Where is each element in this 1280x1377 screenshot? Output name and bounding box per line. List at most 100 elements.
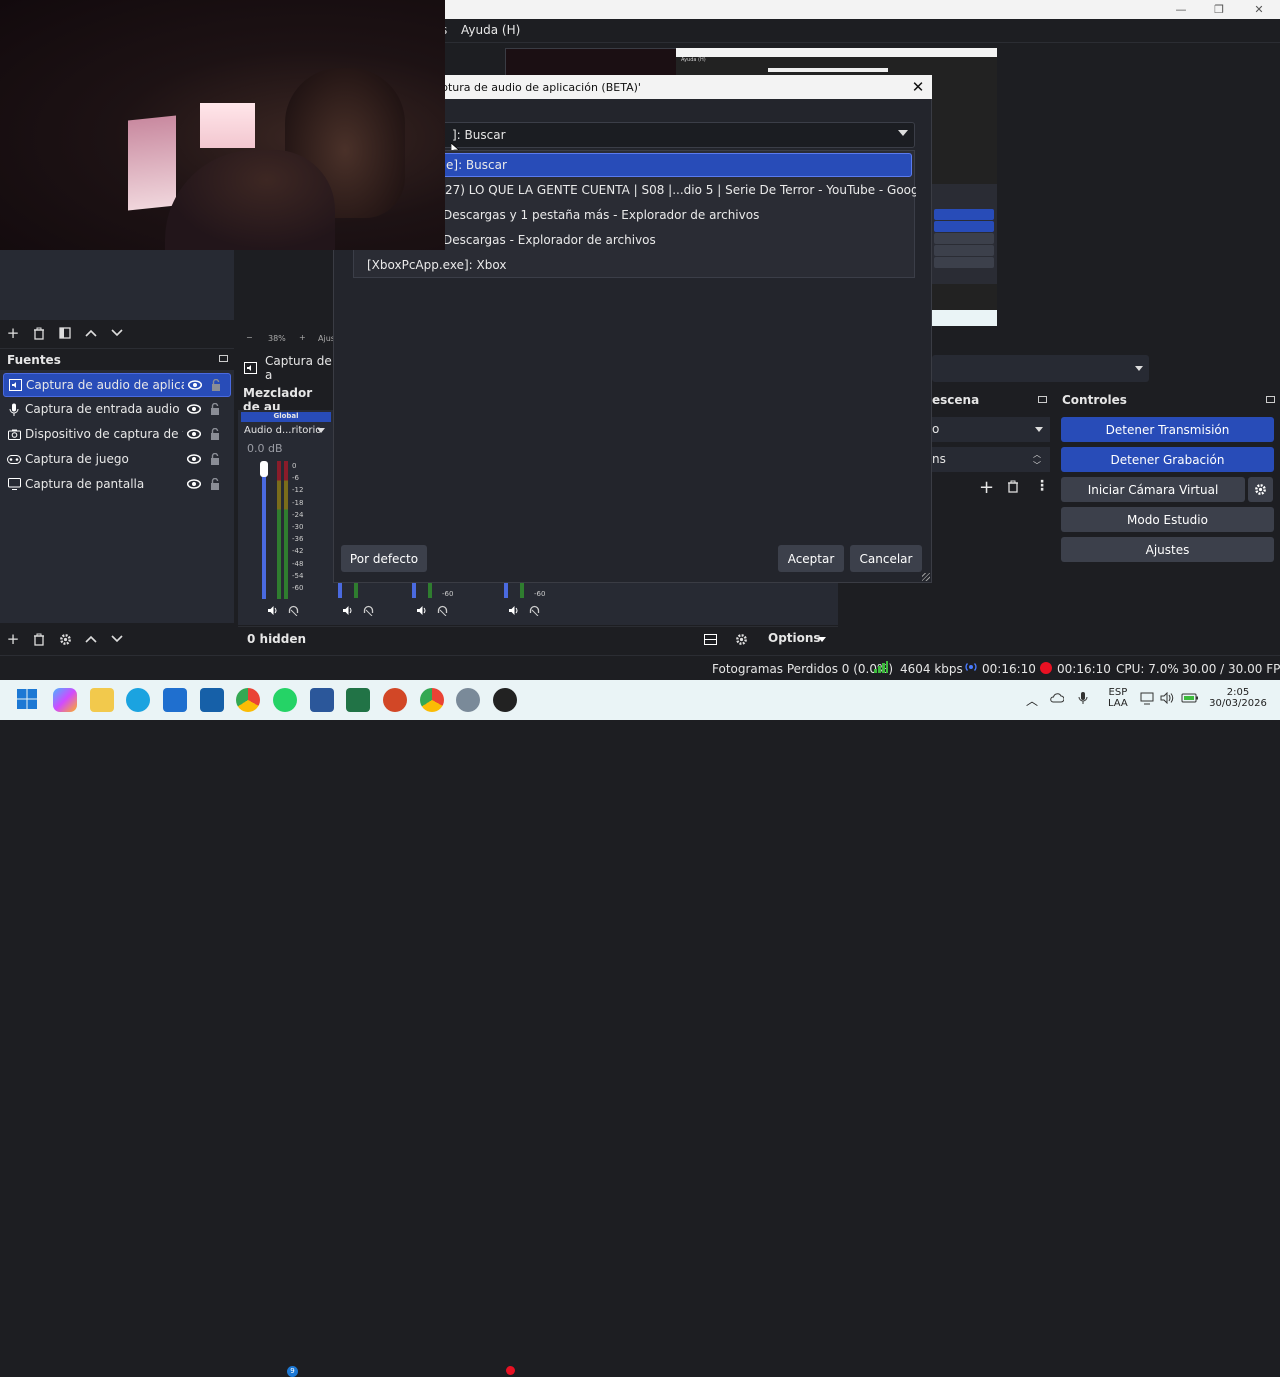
word-icon[interactable] [310, 688, 334, 712]
source-item-input-audio[interactable]: Captura de entrada audio [3, 397, 231, 421]
edge-browser-icon[interactable] [126, 688, 150, 712]
options-menu[interactable]: Options [768, 631, 821, 645]
remove-transition-icon[interactable] [1007, 480, 1019, 493]
move-down-icon[interactable] [104, 320, 130, 346]
hidden-count[interactable]: 0 hidden [247, 632, 306, 646]
network-icon[interactable] [1140, 692, 1154, 705]
stop-streaming-button[interactable]: Detener Transmisión [1061, 417, 1274, 442]
whatsapp-icon[interactable] [273, 688, 297, 712]
move-up-icon[interactable] [78, 626, 104, 652]
dialog-close-icon[interactable]: ✕ [906, 76, 930, 98]
mute-speaker-icon[interactable] [508, 605, 520, 616]
channel-3-fader[interactable] [412, 582, 416, 598]
remove-source-icon[interactable] [26, 626, 52, 652]
move-up-icon[interactable] [78, 320, 104, 346]
tray-chevron-up-icon[interactable]: ︿ [1026, 692, 1038, 709]
dock-undock-icon[interactable] [1266, 396, 1275, 403]
visibility-eye-icon[interactable] [183, 404, 205, 414]
visibility-eye-icon[interactable] [183, 454, 205, 464]
monitor-headphone-icon[interactable] [363, 605, 374, 616]
dock-undock-icon[interactable] [1038, 396, 1047, 403]
advanced-audio-gear-icon[interactable] [735, 633, 748, 646]
onedrive-cloud-icon[interactable] [1050, 692, 1064, 704]
default-button[interactable]: Por defecto [341, 545, 427, 572]
clock[interactable]: 2:05 30/03/2026 [1208, 687, 1268, 709]
stepper-up-icon[interactable]: ︿ [1033, 449, 1041, 460]
mixer-global-tab[interactable]: Global [241, 412, 331, 422]
visibility-eye-icon[interactable] [183, 479, 205, 489]
source-item-video-capture[interactable]: Dispositivo de captura de video [3, 422, 231, 446]
monitor-headphone-icon[interactable] [437, 605, 448, 616]
battery-icon[interactable] [1181, 692, 1199, 704]
stop-recording-button[interactable]: Detener Grabación [1061, 447, 1274, 472]
transition-type-select[interactable]: o [932, 417, 1050, 442]
microphone-tray-icon[interactable] [1078, 691, 1088, 705]
mixer-device-label[interactable]: Audio d...ritorio [244, 425, 321, 436]
menu-item-help[interactable]: Ayuda (H) [461, 23, 520, 37]
transition-select[interactable] [932, 355, 1149, 382]
virtual-camera-gear-icon[interactable] [1248, 477, 1273, 502]
move-down-icon[interactable] [104, 626, 130, 652]
mute-speaker-icon[interactable] [267, 605, 279, 616]
monitor-headphone-icon[interactable] [288, 605, 299, 616]
scenes-list[interactable] [0, 250, 234, 320]
minimize-button[interactable]: — [1162, 0, 1200, 19]
remove-scene-icon[interactable] [26, 320, 52, 346]
filter-scene-icon[interactable] [52, 320, 78, 346]
cancel-button[interactable]: Cancelar [850, 545, 922, 572]
visibility-eye-icon[interactable] [184, 380, 206, 390]
maximize-button[interactable]: ❐ [1200, 0, 1238, 19]
add-source-icon[interactable]: + [0, 626, 26, 652]
chevron-down-icon[interactable] [898, 130, 908, 136]
source-properties-gear-icon[interactable] [52, 626, 78, 652]
close-button[interactable]: ✕ [1240, 0, 1278, 19]
mute-speaker-icon[interactable] [416, 605, 428, 616]
chevron-down-icon[interactable] [317, 428, 325, 433]
source-item-game-capture[interactable]: Captura de juego [3, 447, 231, 471]
channel-2-fader[interactable] [338, 582, 342, 598]
volume-icon[interactable] [1160, 692, 1174, 704]
dropdown-option[interactable]: [XboxPcApp.exe]: Xbox [354, 253, 916, 277]
lock-icon[interactable] [206, 379, 226, 391]
zoom-out-button[interactable]: − [246, 333, 253, 342]
chevron-down-icon[interactable] [1035, 427, 1043, 432]
ok-button[interactable]: Aceptar [778, 545, 844, 572]
chrome-profile-icon[interactable] [420, 688, 444, 712]
stepper-down-icon[interactable]: ﹀ [1033, 460, 1041, 471]
chevron-down-icon[interactable] [818, 637, 826, 642]
powerpoint-icon[interactable] [383, 688, 407, 712]
channel-4-fader[interactable] [504, 582, 508, 598]
add-transition-icon[interactable]: + [979, 477, 994, 498]
volume-slider-track[interactable] [262, 465, 266, 599]
zoom-in-button[interactable]: + [299, 333, 306, 342]
lock-icon[interactable] [205, 453, 225, 465]
chrome-icon[interactable] [236, 688, 260, 712]
copilot-icon[interactable] [53, 688, 77, 712]
obs-studio-icon[interactable] [493, 688, 517, 712]
source-item-app-audio[interactable]: Captura de audio de aplicación [3, 373, 231, 397]
layout-toggle-icon[interactable] [704, 634, 717, 645]
studio-mode-button[interactable]: Modo Estudio [1061, 507, 1274, 532]
dock-undock-icon[interactable] [219, 355, 228, 362]
lock-icon[interactable] [205, 403, 225, 415]
azure-icon[interactable] [200, 688, 224, 712]
chevron-down-icon[interactable] [1135, 366, 1143, 371]
volume-slider-handle[interactable] [260, 461, 268, 477]
more-options-icon[interactable]: ⋮ [1035, 478, 1049, 494]
store-icon[interactable] [163, 688, 187, 712]
resize-grip-icon[interactable] [922, 573, 930, 581]
monitor-headphone-icon[interactable] [529, 605, 540, 616]
settings-gear-icon[interactable] [456, 688, 480, 712]
visibility-eye-icon[interactable] [183, 429, 205, 439]
start-virtual-camera-button[interactable]: Iniciar Cámara Virtual [1061, 477, 1245, 502]
input-language[interactable]: ESP LAA [1108, 687, 1128, 709]
lock-icon[interactable] [205, 478, 225, 490]
mute-speaker-icon[interactable] [342, 605, 354, 616]
windows-start-icon[interactable] [16, 688, 40, 712]
excel-icon[interactable] [346, 688, 370, 712]
lock-icon[interactable] [205, 428, 225, 440]
settings-button[interactable]: Ajustes [1061, 537, 1274, 562]
file-explorer-icon[interactable] [90, 688, 114, 712]
add-scene-icon[interactable]: + [0, 320, 26, 346]
source-item-screen-capture[interactable]: Captura de pantalla [3, 472, 231, 496]
